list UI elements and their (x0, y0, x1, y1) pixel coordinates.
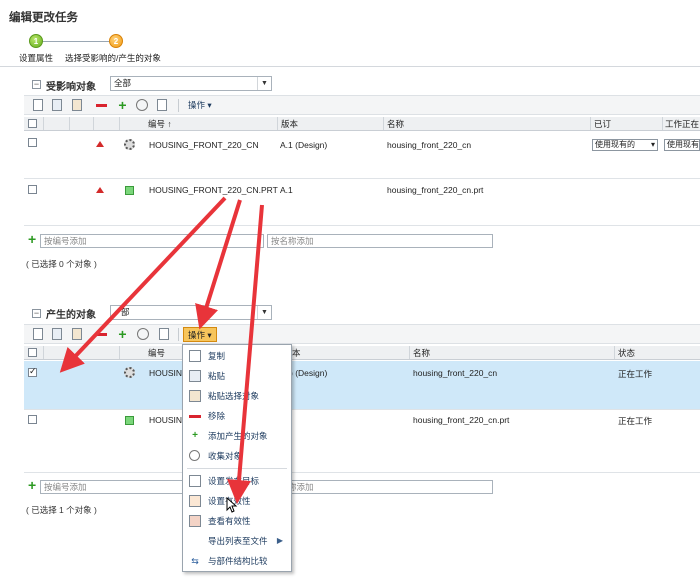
annotation-arrow-to-effectivity (227, 204, 264, 504)
annotation-arrows (59, 196, 264, 504)
annotation-arrow-to-checkbox (59, 196, 227, 373)
